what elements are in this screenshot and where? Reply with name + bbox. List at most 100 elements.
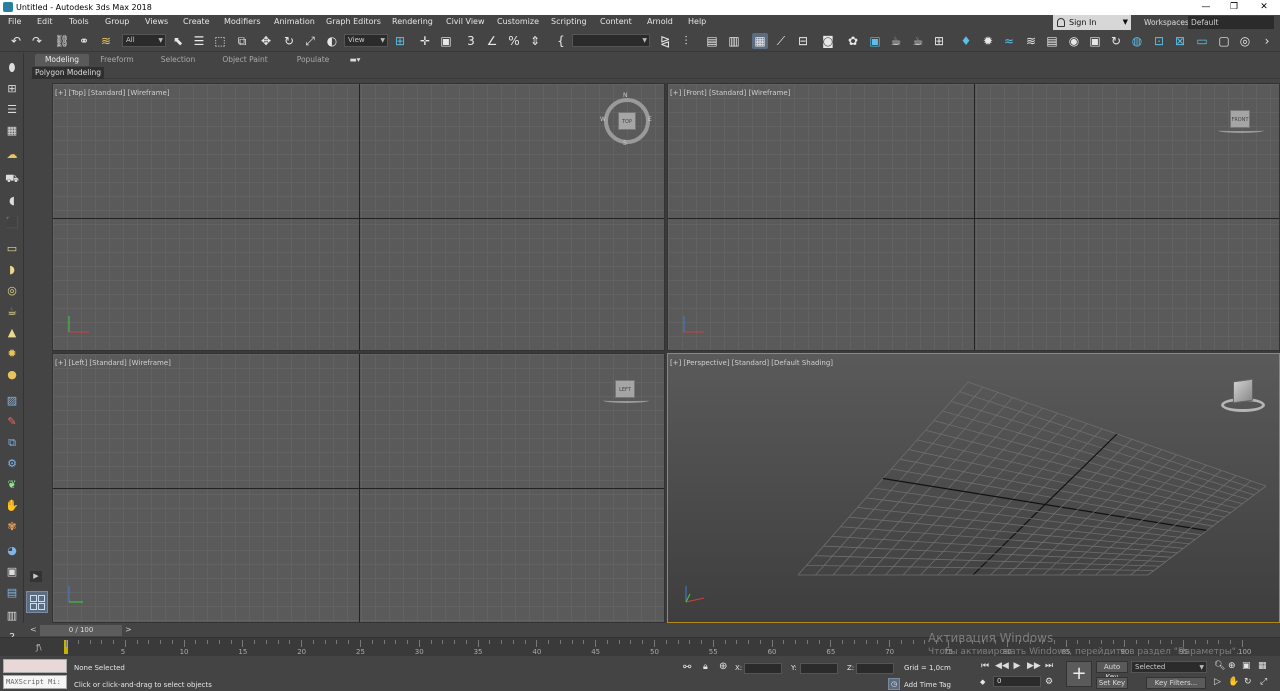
menu-file[interactable]: File [8, 17, 21, 26]
render-frame-icon[interactable]: ▤ [4, 585, 20, 601]
play-icon[interactable]: ▶ [1011, 661, 1023, 671]
viewcube-face[interactable]: TOP [618, 112, 636, 130]
align-icon[interactable]: ⫶ [678, 33, 694, 49]
add-time-tag[interactable]: Add Time Tag [904, 681, 951, 689]
zoom-all-icon[interactable]: ⊕ [1228, 661, 1236, 671]
menu-customize[interactable]: Customize [497, 17, 539, 26]
undo-icon[interactable]: ↶ [8, 33, 24, 49]
table-icon[interactable]: ▦ [4, 123, 20, 139]
polygon-modeling-panel[interactable]: Polygon Modeling [32, 67, 104, 79]
keyboard-shortcut-icon[interactable]: ▣ [438, 33, 454, 49]
select-object-icon[interactable]: ⬉ [170, 33, 186, 49]
sun-icon[interactable]: ✹ [980, 33, 996, 49]
viewcube-face[interactable] [1233, 378, 1253, 404]
viewcube-left[interactable]: LEFT [603, 378, 649, 408]
more-icon[interactable]: › [1259, 33, 1275, 49]
tab-object-paint[interactable]: Object Paint [216, 54, 274, 66]
camera-icon[interactable]: ⛟ [4, 171, 20, 187]
slider-next-icon[interactable]: > [125, 625, 132, 634]
sound-icon[interactable]: ◖ [4, 193, 20, 209]
rotate-icon[interactable]: ↻ [281, 33, 297, 49]
current-frame-field[interactable]: 0 [993, 676, 1041, 687]
viewcube-front[interactable]: FRONT [1218, 108, 1264, 138]
viewport-perspective[interactable]: [+] [Perspective] [Standard] [Default Sh… [667, 353, 1280, 623]
slider-prev-icon[interactable]: < [30, 625, 37, 634]
named-selection-set-select[interactable]: ▼ [572, 34, 650, 47]
unlink-icon[interactable]: ⚭ [76, 33, 92, 49]
viewport-label-top[interactable]: [+] [Top] [Standard] [Wireframe] [55, 89, 170, 97]
render-icon[interactable]: ☕ [888, 33, 904, 49]
sphere-shade-icon[interactable]: ⬮ [4, 60, 20, 76]
maxscript-mini-input[interactable]: MAXScript Mi: [3, 675, 67, 689]
move-icon[interactable]: ✥ [258, 33, 274, 49]
plant-icon[interactable]: ❦ [4, 477, 20, 493]
paint-icon[interactable]: ✾ [4, 519, 20, 535]
sign-in-dropdown[interactable]: Sign In ▼ [1053, 15, 1131, 30]
percent-snap-icon[interactable]: % [506, 33, 522, 49]
ref-coord-select[interactable]: View ▼ [344, 34, 388, 47]
bind-space-warp-icon[interactable]: ≋ [98, 33, 114, 49]
pin-icon[interactable]: ✎ [4, 414, 20, 430]
hatch-icon[interactable]: ▨ [4, 393, 20, 409]
goto-start-icon[interactable]: ⏮ [979, 661, 991, 671]
y-coordinate-field[interactable] [800, 663, 838, 674]
menu-group[interactable]: Group [105, 17, 129, 26]
window-crossing-icon[interactable]: ⧉ [234, 33, 250, 49]
redo-icon[interactable]: ↷ [29, 33, 45, 49]
render-iterative-icon[interactable]: ☕ [910, 33, 926, 49]
z-coordinate-field[interactable] [856, 663, 894, 674]
named-selection-icon[interactable]: { [553, 33, 569, 49]
zoom-icon[interactable]: 🔍︎ [1214, 661, 1225, 671]
light-icon[interactable]: ♦ [958, 33, 974, 49]
menu-scripting[interactable]: Scripting [551, 17, 587, 26]
viewport-left[interactable]: [+] [Left] [Standard] [Wireframe] LEFT [52, 353, 665, 623]
placement-icon[interactable]: ◐ [324, 33, 340, 49]
time-slider[interactable]: < 0 / 100 > [28, 624, 1280, 637]
script-icon[interactable]: ▥ [4, 608, 20, 624]
refresh-icon[interactable]: ↻ [1108, 33, 1124, 49]
curve-editor-icon[interactable]: ⟋ [773, 33, 789, 49]
arnold-light-icon[interactable]: ≈ [1001, 33, 1017, 49]
render-setup-icon[interactable]: ✿ [845, 33, 861, 49]
torus-icon[interactable]: ◎ [4, 283, 20, 299]
menu-content[interactable]: Content [600, 17, 632, 26]
select-by-name-icon[interactable]: ☰ [191, 33, 207, 49]
menu-modifiers[interactable]: Modifiers [224, 17, 261, 26]
tab-selection[interactable]: Selection [152, 54, 204, 66]
isolate-icon[interactable]: ⚯ [683, 662, 691, 673]
layer-explorer-icon[interactable]: ▥ [726, 33, 742, 49]
menu-rendering[interactable]: Rendering [392, 17, 433, 26]
menu-graph-editors[interactable]: Graph Editors [326, 17, 381, 26]
arnold-render-icon[interactable]: ▣ [1087, 33, 1103, 49]
arnold-log-icon[interactable]: ▤ [1044, 33, 1060, 49]
light-burst-icon[interactable]: ✹ [4, 346, 20, 362]
expand-arrow-icon[interactable]: ▶ [30, 571, 42, 582]
selection-filter-select[interactable]: All ▼ [122, 34, 166, 47]
orbit-icon[interactable]: ↻ [1244, 677, 1252, 687]
schematic-view-icon[interactable]: ⊟ [795, 33, 811, 49]
zoom-extents-all-icon[interactable]: ▦ [1258, 661, 1267, 671]
track-filter-icon[interactable]: ƒ\ [36, 643, 42, 652]
key-filters-button[interactable]: Key Filters... [1146, 677, 1206, 689]
viewport-icon[interactable]: ⊡ [1151, 33, 1167, 49]
viewport-layout-icon[interactable] [26, 591, 48, 613]
scene-explorer-icon[interactable]: ▤ [704, 33, 720, 49]
render-online-icon[interactable]: ⊞ [931, 33, 947, 49]
ribbon-options-icon[interactable]: ▬▾ [346, 54, 364, 66]
menu-views[interactable]: Views [145, 17, 168, 26]
shading-icon[interactable]: ▭ [1194, 33, 1210, 49]
material-editor-icon[interactable]: ◙ [820, 33, 836, 49]
snaps-toggle-icon[interactable]: 3 [463, 33, 479, 49]
maximize-viewport-icon[interactable]: ⤢ [1260, 677, 1267, 687]
menu-civil-view[interactable]: Civil View [446, 17, 485, 26]
tab-populate[interactable]: Populate [288, 54, 338, 66]
material-icon[interactable]: ▣ [4, 564, 20, 580]
rendered-frame-icon[interactable]: ▣ [867, 33, 883, 49]
time-slider-thumb[interactable]: 0 / 100 [40, 625, 122, 636]
render-sphere-icon[interactable]: ◕ [4, 543, 20, 559]
next-frame-icon[interactable]: ▶▶ [1027, 661, 1041, 671]
viewport-top[interactable]: [+] [Top] [Standard] [Wireframe] TOP N S… [52, 83, 665, 351]
close-button[interactable]: ✕ [1250, 0, 1278, 15]
sphere-primitive-icon[interactable]: ◗ [4, 262, 20, 278]
link-icon[interactable]: ⛓ [54, 33, 70, 49]
